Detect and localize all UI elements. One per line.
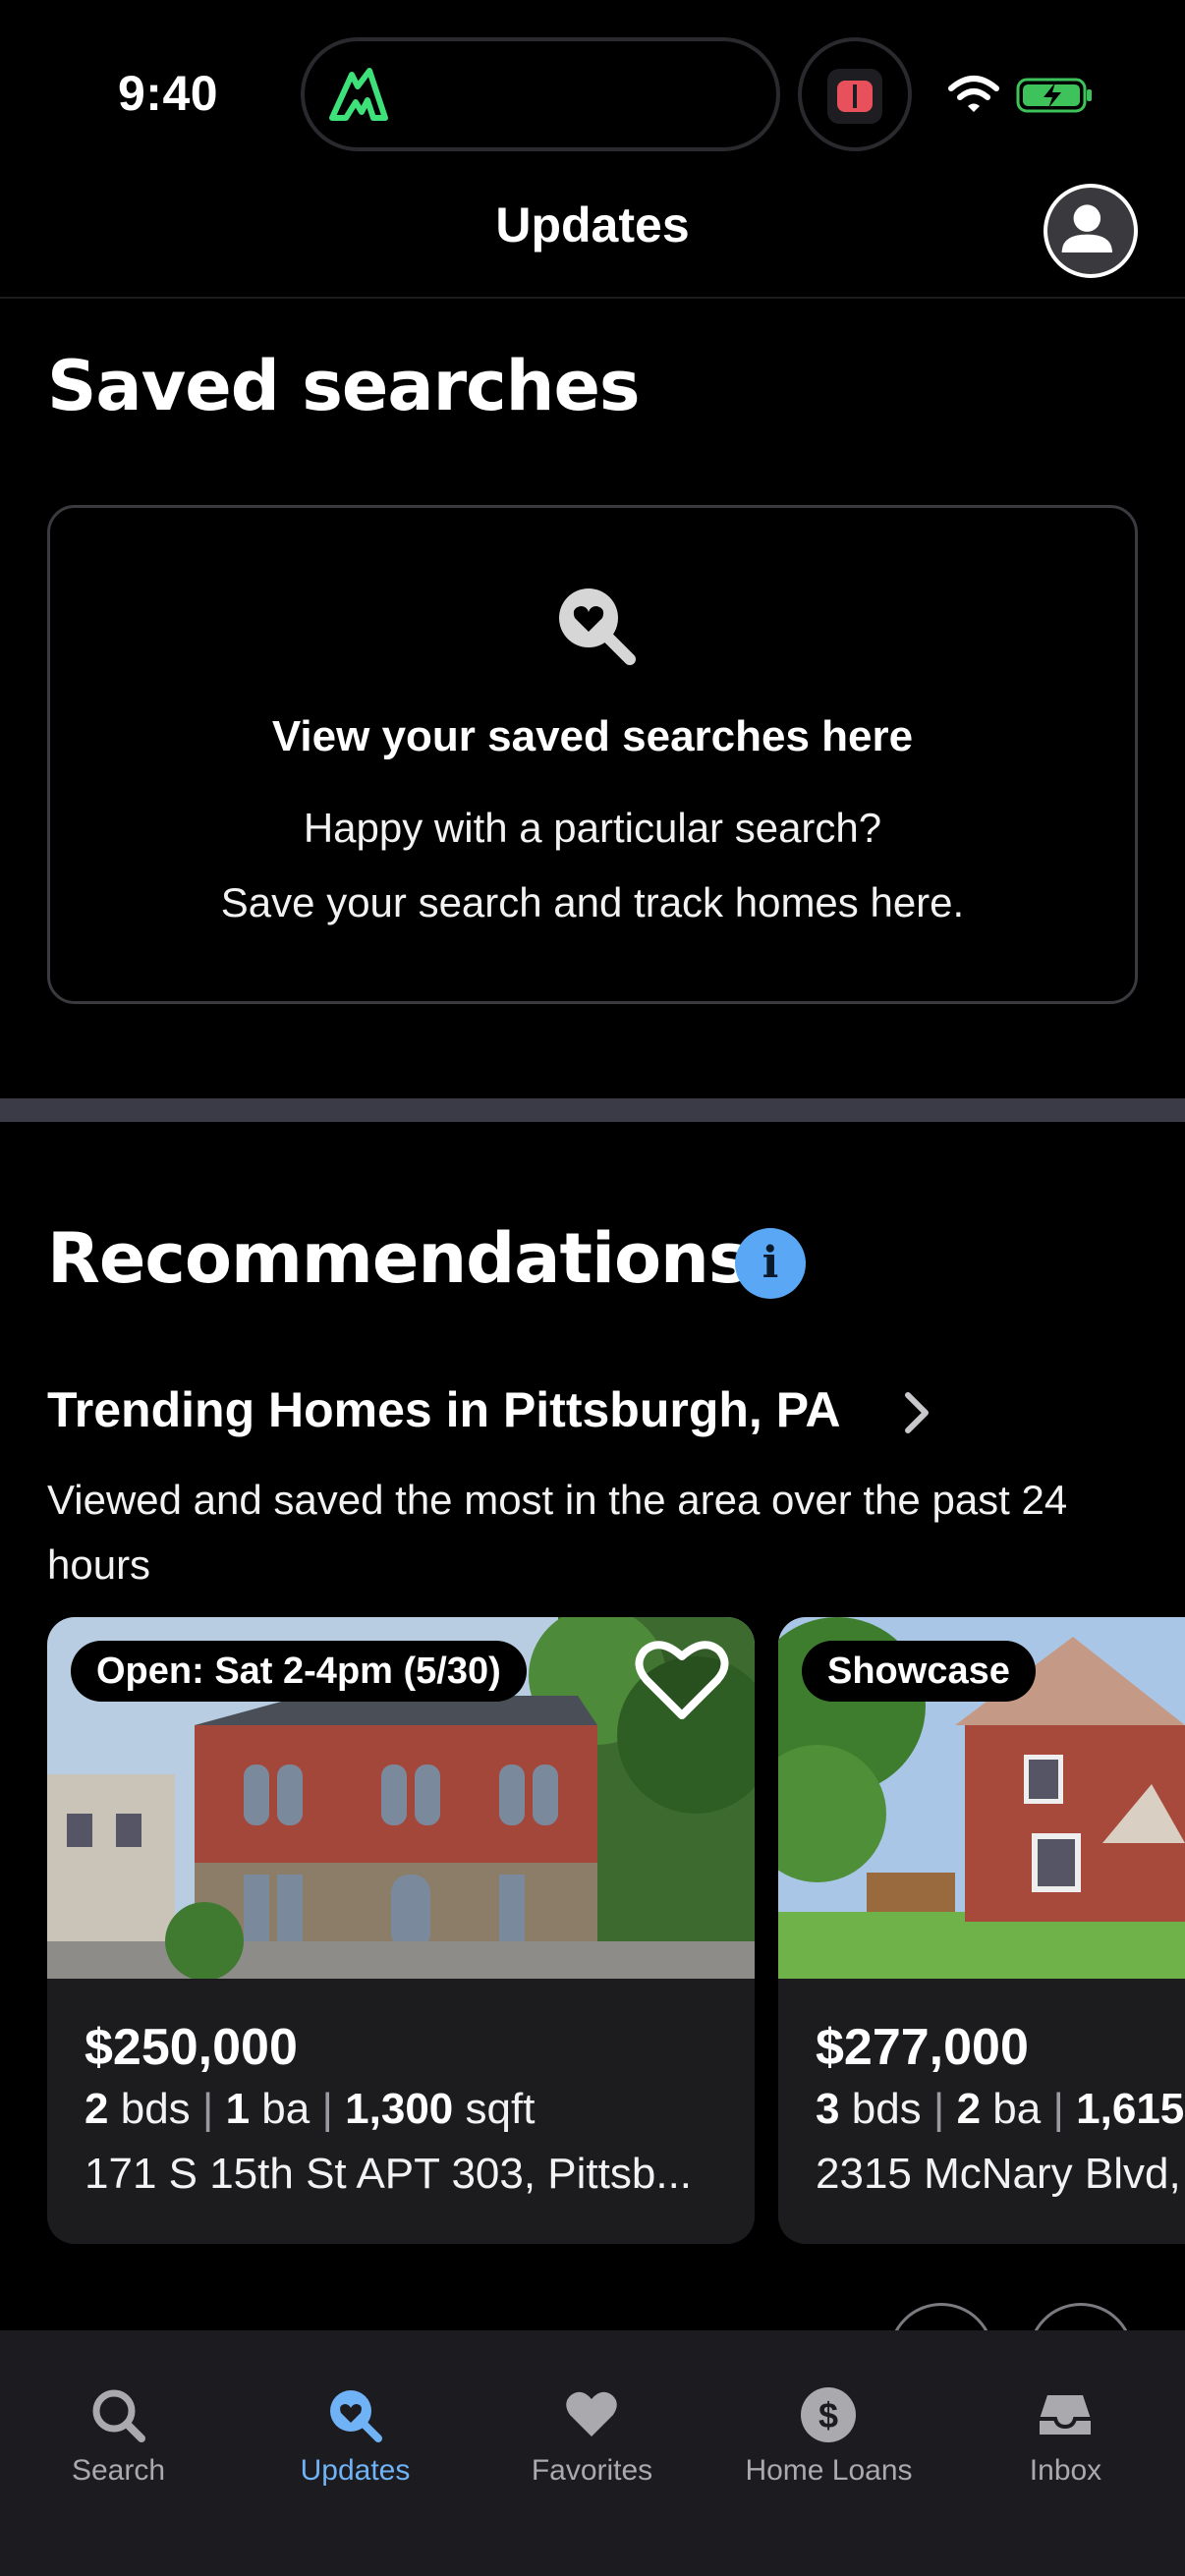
favorite-heart-icon[interactable] [633,1635,731,1725]
tab-search[interactable]: Search [0,2330,237,2488]
spec-divider: | [321,2085,333,2133]
beds-value: 3 [816,2085,840,2133]
sqft-value: 1,615 [1076,2085,1185,2133]
listing-address: 2315 McNary Blvd, Pittsburgh [816,2150,1185,2198]
listing-card[interactable]: Open: Sat 2-4pm (5/30) $250,000 2 bds | … [47,1617,755,2244]
recommendations-heading: Recommendations [47,1218,750,1299]
battery-icon [1016,78,1092,113]
listing-price: $277,000 [816,2019,1029,2076]
baths-value: 2 [956,2085,982,2133]
tab-label: Inbox [1029,2454,1102,2487]
tab-bar: Search Updates Favorites $ Home Loans In… [0,2330,1185,2576]
saved-searches-empty-title: View your saved searches here [271,712,914,760]
tab-label: Favorites [531,2454,653,2487]
tab-inbox[interactable]: Inbox [947,2330,1184,2488]
nav-divider [0,297,1185,299]
spec-divider: | [201,2085,214,2133]
page-title: Updates [495,197,690,252]
tab-home-loans[interactable]: $ Home Loans [710,2330,947,2488]
user-icon [1061,204,1112,252]
listing-specs: 3 bds | 2 ba | 1,615 sqft [816,2085,1185,2134]
info-icon[interactable]: i [735,1228,806,1299]
app-activity-icon [827,69,882,124]
inbox-icon [1040,2395,1091,2435]
tab-label: Search [71,2454,166,2487]
trending-title[interactable]: Trending Homes in Pittsburgh, PA [47,1381,840,1438]
beds-value: 2 [85,2085,109,2133]
baths-unit: ba [261,2085,310,2133]
live-activity-bubble [798,37,912,151]
svg-text:$: $ [818,2395,838,2436]
trending-description: Viewed and saved the most in the area ov… [47,1477,1068,1588]
chevron-right-icon[interactable] [898,1389,937,1436]
updates-icon [330,2390,382,2442]
listing-price: $250,000 [85,2019,298,2076]
tab-updates[interactable]: Updates [237,2330,474,2488]
baths-unit: ba [992,2085,1042,2133]
heart-icon [566,2391,617,2436]
saved-searches-heading: Saved searches [47,346,641,426]
beds-unit: bds [851,2085,922,2133]
saved-searches-empty-line: Happy with a particular search? [303,805,882,851]
spec-divider: | [932,2085,945,2133]
app-logo-icon [329,68,388,121]
saved-searches-empty-card: View your saved searches here Happy with… [47,505,1138,1004]
search-icon [92,2389,145,2442]
baths-value: 1 [225,2085,251,2133]
wifi-icon [948,76,999,112]
open-house-badge: Open: Sat 2-4pm (5/30) [71,1641,527,1702]
listing-address: 171 S 15th St APT 303, Pittsb... [85,2150,693,2198]
tab-label: Updates [300,2454,411,2487]
dynamic-island [301,37,780,151]
dollar-icon: $ [801,2387,856,2442]
spec-divider: | [1052,2085,1064,2133]
status-bar: 9:40 [0,0,1185,167]
listing-specs: 2 bds | 1 ba | 1,300 sqft [85,2085,535,2134]
listing-card[interactable]: Showcase $277,000 3 bds | 2 ba | 1,615 s… [778,1617,1185,2244]
sqft-unit: sqft [465,2085,536,2133]
saved-searches-empty-line: Save your search and track homes here. [220,879,965,925]
tab-label: Home Loans [745,2454,913,2487]
saved-search-icon [559,588,636,665]
section-separator [0,1098,1185,1122]
showcase-badge: Showcase [802,1641,1036,1702]
profile-button[interactable] [1044,184,1138,278]
tab-favorites[interactable]: Favorites [474,2330,710,2488]
beds-unit: bds [120,2085,191,2133]
sqft-value: 1,300 [345,2085,454,2133]
status-time: 9:40 [118,66,219,121]
